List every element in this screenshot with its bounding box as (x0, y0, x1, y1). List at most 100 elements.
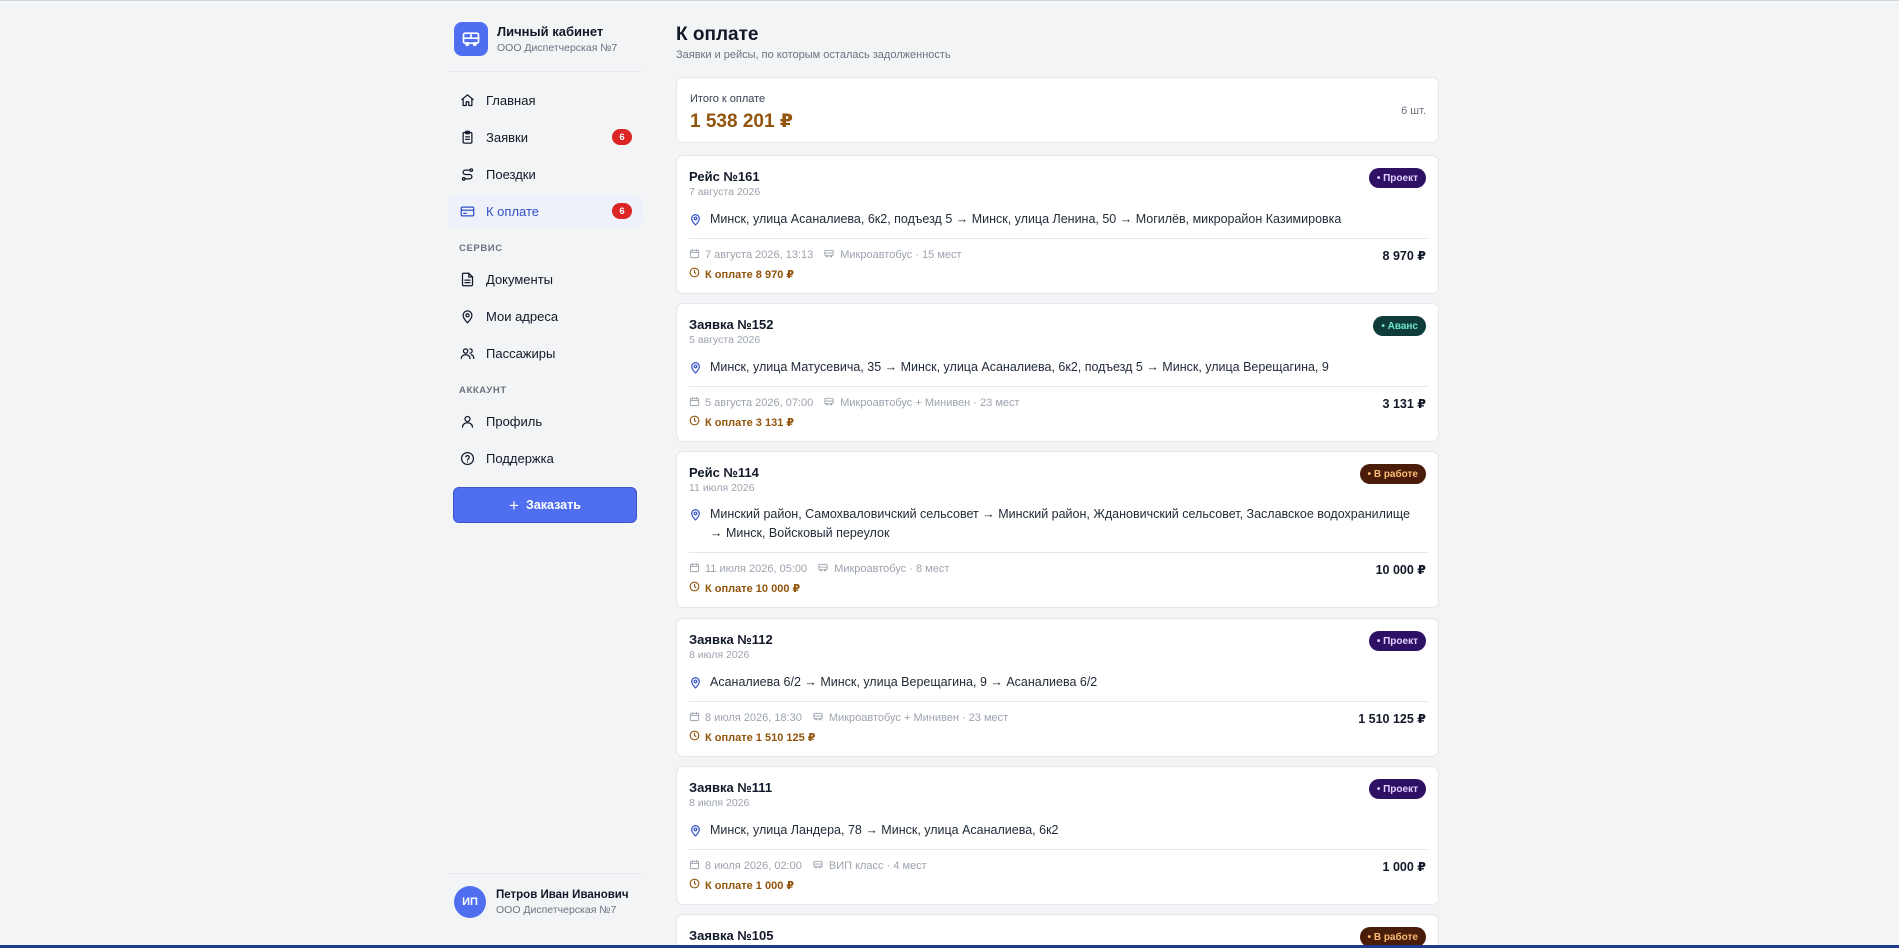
payment-card[interactable]: Заявка №111 8 июля 2026 • Проект Минск, … (676, 766, 1439, 905)
amount-due: К оплате 10 000 ₽ (689, 581, 800, 595)
card-date: 8 июля 2026 (689, 797, 750, 809)
amount-due-text: К оплате 10 000 ₽ (705, 582, 801, 595)
route: Минск, улица Асаналиева, 6к2, подъезд 5 … (689, 210, 1419, 229)
sidebar-item-passengers[interactable]: Пассажиры (448, 337, 642, 369)
document-icon (459, 271, 475, 287)
status-badge: • В работе (1359, 464, 1426, 484)
sidebar-item-label: К оплате (486, 203, 540, 219)
divider (689, 701, 1428, 702)
divider (448, 71, 642, 72)
sidebar-item-home[interactable]: Главная (448, 84, 642, 116)
sidebar-item-addresses[interactable]: Мои адреса (448, 300, 642, 332)
sidebar-item-label: Поддержка (486, 450, 554, 466)
sidebar-item-requests[interactable]: Заявки 6 (448, 121, 642, 153)
card-date: 11 июля 2026 (689, 482, 755, 494)
payment-card[interactable]: Заявка №105 • В работе (676, 914, 1439, 948)
card-date: 8 июля 2026 (689, 649, 750, 661)
vehicle: Микроавтобус · 15 мест (840, 249, 962, 261)
payment-card[interactable]: Заявка №152 5 августа 2026 • Аванс Минск… (676, 303, 1439, 442)
calendar-icon (689, 562, 700, 576)
clock-icon (689, 581, 700, 595)
card-price: 8 970 ₽ (1382, 249, 1426, 263)
status-badge: • Проект (1368, 168, 1426, 188)
bus-icon (812, 859, 824, 873)
card-price: 1 000 ₽ (1382, 860, 1426, 874)
user-profile[interactable]: ИП Петров Иван Иванович ООО Диспетчерска… (454, 886, 629, 918)
sidebar: Личный кабинет ООО Диспетчерская №7 Глав… (448, 0, 642, 948)
route-text: Минск, улица Матусевича, 35 → Минск, ули… (710, 360, 1329, 374)
sidebar-item-label: Профиль (486, 413, 543, 429)
trip-meta: 7 августа 2026, 13:13 Микроавтобус · 15 … (689, 248, 962, 262)
amount-due-text: К оплате 8 970 ₽ (705, 268, 795, 281)
sidebar-item-label: Заявки (486, 129, 528, 145)
route: Минский район, Самохваловичский сельсове… (689, 505, 1419, 543)
route: Асаналиева 6/2 → Минск, улица Верещагина… (689, 673, 1419, 692)
pin-icon (689, 505, 703, 523)
clock-icon (689, 267, 700, 281)
divider (689, 386, 1428, 387)
divider (689, 238, 1428, 239)
amount-due: К оплате 3 131 ₽ (689, 415, 794, 429)
status-badge: • Проект (1368, 631, 1426, 651)
payment-card[interactable]: Рейс №114 11 июля 2026 • В работе Мински… (676, 451, 1439, 608)
sidebar-item-trips[interactable]: Поездки (448, 158, 642, 190)
trip-datetime: 7 августа 2026, 13:13 (705, 249, 814, 261)
sidebar-item-label: Документы (486, 271, 554, 287)
calendar-icon (689, 859, 700, 873)
trip-meta: 5 августа 2026, 07:00 Микроавтобус + Мин… (689, 396, 1020, 410)
bus-icon (454, 22, 488, 56)
trip-meta: 11 июля 2026, 05:00 Микроавтобус · 8 мес… (689, 562, 949, 576)
help-icon (459, 450, 475, 466)
brand-title: Личный кабинет (497, 24, 604, 39)
total-value: 1 538 201 ₽ (690, 111, 794, 132)
bus-icon (823, 396, 835, 410)
brand[interactable]: Личный кабинет ООО Диспетчерская №7 (454, 22, 642, 72)
section-label-account: АККАУНТ (459, 385, 507, 396)
trip-datetime: 5 августа 2026, 07:00 (705, 397, 814, 409)
sidebar-item-documents[interactable]: Документы (448, 263, 642, 295)
sidebar-item-support[interactable]: Поддержка (448, 442, 642, 474)
card-title: Заявка №112 (689, 632, 773, 647)
route-text: Асаналиева 6/2 → Минск, улица Верещагина… (710, 675, 1098, 689)
clock-icon (689, 730, 700, 744)
page-subtitle: Заявки и рейсы, по которым осталась задо… (676, 49, 951, 61)
sidebar-item-profile[interactable]: Профиль (448, 405, 642, 437)
sidebar-item-payment[interactable]: К оплате 6 (448, 195, 642, 227)
pin-icon (689, 210, 703, 228)
sidebar-item-label: Поездки (486, 166, 536, 182)
route: Минск, улица Ландера, 78 → Минск, улица … (689, 821, 1419, 840)
amount-due: К оплате 1 510 125 ₽ (689, 730, 815, 744)
bus-icon (823, 248, 835, 262)
divider (689, 552, 1428, 553)
bus-icon (812, 711, 824, 725)
trip-datetime: 8 июля 2026, 02:00 (705, 860, 802, 872)
card-date: 7 августа 2026 (689, 186, 761, 198)
card-price: 3 131 ₽ (1382, 397, 1426, 411)
route-text: Минский район, Самохваловичский сельсове… (710, 507, 1410, 540)
order-button[interactable]: + Заказать (453, 487, 637, 523)
bus-icon (817, 562, 829, 576)
user-org: ООО Диспетчерская №7 (496, 903, 617, 916)
page-title: К оплате (676, 24, 759, 45)
route: Минск, улица Матусевича, 35 → Минск, ули… (689, 358, 1419, 377)
calendar-icon (689, 711, 700, 725)
trip-datetime: 8 июля 2026, 18:30 (705, 712, 802, 724)
clock-icon (689, 415, 700, 429)
card-title: Рейс №114 (689, 465, 759, 480)
sidebar-item-label: Пассажиры (486, 345, 556, 361)
count-badge: 6 (612, 203, 632, 219)
plus-icon: + (509, 495, 519, 515)
payment-card[interactable]: Заявка №112 8 июля 2026 • Проект Асанали… (676, 618, 1439, 757)
total-card: Итого к оплате 1 538 201 ₽ 6 шт. (676, 77, 1439, 143)
vehicle: Микроавтобус + Минивен · 23 мест (840, 397, 1020, 409)
vehicle: ВИП класс · 4 мест (828, 860, 927, 872)
card-title: Заявка №152 (689, 317, 774, 332)
amount-due: К оплате 8 970 ₽ (689, 267, 794, 281)
route-text: Минск, улица Ландера, 78 → Минск, улица … (710, 823, 1059, 837)
payment-card[interactable]: Рейс №161 7 августа 2026 • Проект Минск,… (676, 155, 1439, 294)
count-badge: 6 (612, 129, 632, 145)
trip-datetime: 11 июля 2026, 05:00 (705, 563, 808, 575)
card-title: Заявка №111 (689, 780, 773, 795)
amount-due-text: К оплате 1 000 ₽ (705, 879, 795, 892)
vehicle: Микроавтобус + Минивен · 23 мест (828, 712, 1009, 724)
